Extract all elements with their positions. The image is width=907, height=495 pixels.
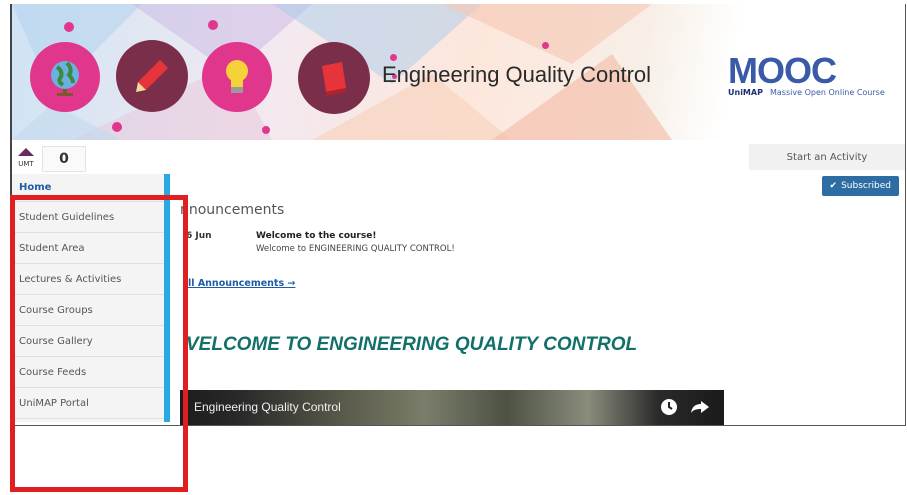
decor-dot: [64, 22, 74, 32]
welcome-heading: VELCOME TO ENGINEERING QUALITY CONTROL: [186, 334, 638, 355]
unimap-logo-text: UniMAP: [728, 88, 763, 97]
video-player[interactable]: Engineering Quality Control: [180, 390, 724, 425]
sidebar-item-student-guidelines[interactable]: Student Guidelines: [12, 202, 164, 233]
decor-dot: [262, 126, 270, 134]
notification-count[interactable]: 0: [42, 146, 86, 172]
sidebar-item-course-gallery[interactable]: Course Gallery: [12, 326, 164, 357]
mooc-logo-text: MOOC: [728, 50, 837, 91]
start-activity-button[interactable]: Start an Activity: [749, 144, 905, 170]
decor-dot: [390, 54, 397, 61]
mooc-logo: MOOC UniMAP Massive Open Online Course: [728, 50, 904, 100]
video-title[interactable]: Engineering Quality Control: [194, 400, 341, 414]
watch-later-icon[interactable]: [660, 398, 678, 416]
subscribed-label: Subscribed: [841, 181, 891, 191]
sidebar-item-student-area[interactable]: Student Area: [12, 233, 164, 264]
course-banner: Engineering Quality Control MOOC UniMAP …: [12, 4, 905, 140]
sidebar-item-lectures-activities[interactable]: Lectures & Activities: [12, 264, 164, 295]
all-announcements-link[interactable]: ll Announcements →: [188, 278, 295, 289]
institution-logo[interactable]: UMT: [18, 148, 34, 168]
mooc-logo-subtext: Massive Open Online Course: [770, 88, 885, 97]
course-title: Engineering Quality Control: [382, 62, 652, 87]
institution-label: UMT: [18, 160, 34, 168]
sidebar-item-unimap-portal[interactable]: UniMAP Portal: [12, 388, 164, 419]
umt-icon: [18, 148, 34, 156]
decor-dot: [208, 20, 218, 30]
sidebar-item-course-groups[interactable]: Course Groups: [12, 295, 164, 326]
check-icon: ✔: [829, 181, 838, 191]
announcement-date: 6 Jun: [186, 231, 212, 241]
course-sidebar: Home Student Guidelines Student Area Lec…: [12, 174, 170, 422]
share-icon[interactable]: [690, 398, 710, 416]
lightbulb-icon: [202, 42, 272, 112]
decor-dot: [112, 122, 122, 132]
globe-icon: [30, 42, 100, 112]
top-bar: UMT 0 Start an Activity: [12, 140, 905, 174]
sidebar-item-course-feeds[interactable]: Course Feeds: [12, 357, 164, 388]
subscribed-button[interactable]: ✔ Subscribed: [821, 176, 899, 196]
pencil-icon: [116, 40, 188, 112]
announcement-body: Welcome to ENGINEERING QUALITY CONTROL!: [256, 244, 455, 254]
book-icon: [298, 42, 370, 114]
announcement-headline[interactable]: Welcome to the course!: [256, 231, 376, 241]
sidebar-item-home[interactable]: Home: [12, 174, 164, 202]
decor-dot: [542, 42, 549, 49]
app-frame: Engineering Quality Control MOOC UniMAP …: [10, 4, 906, 426]
announcements-heading: nnouncements: [180, 202, 285, 218]
